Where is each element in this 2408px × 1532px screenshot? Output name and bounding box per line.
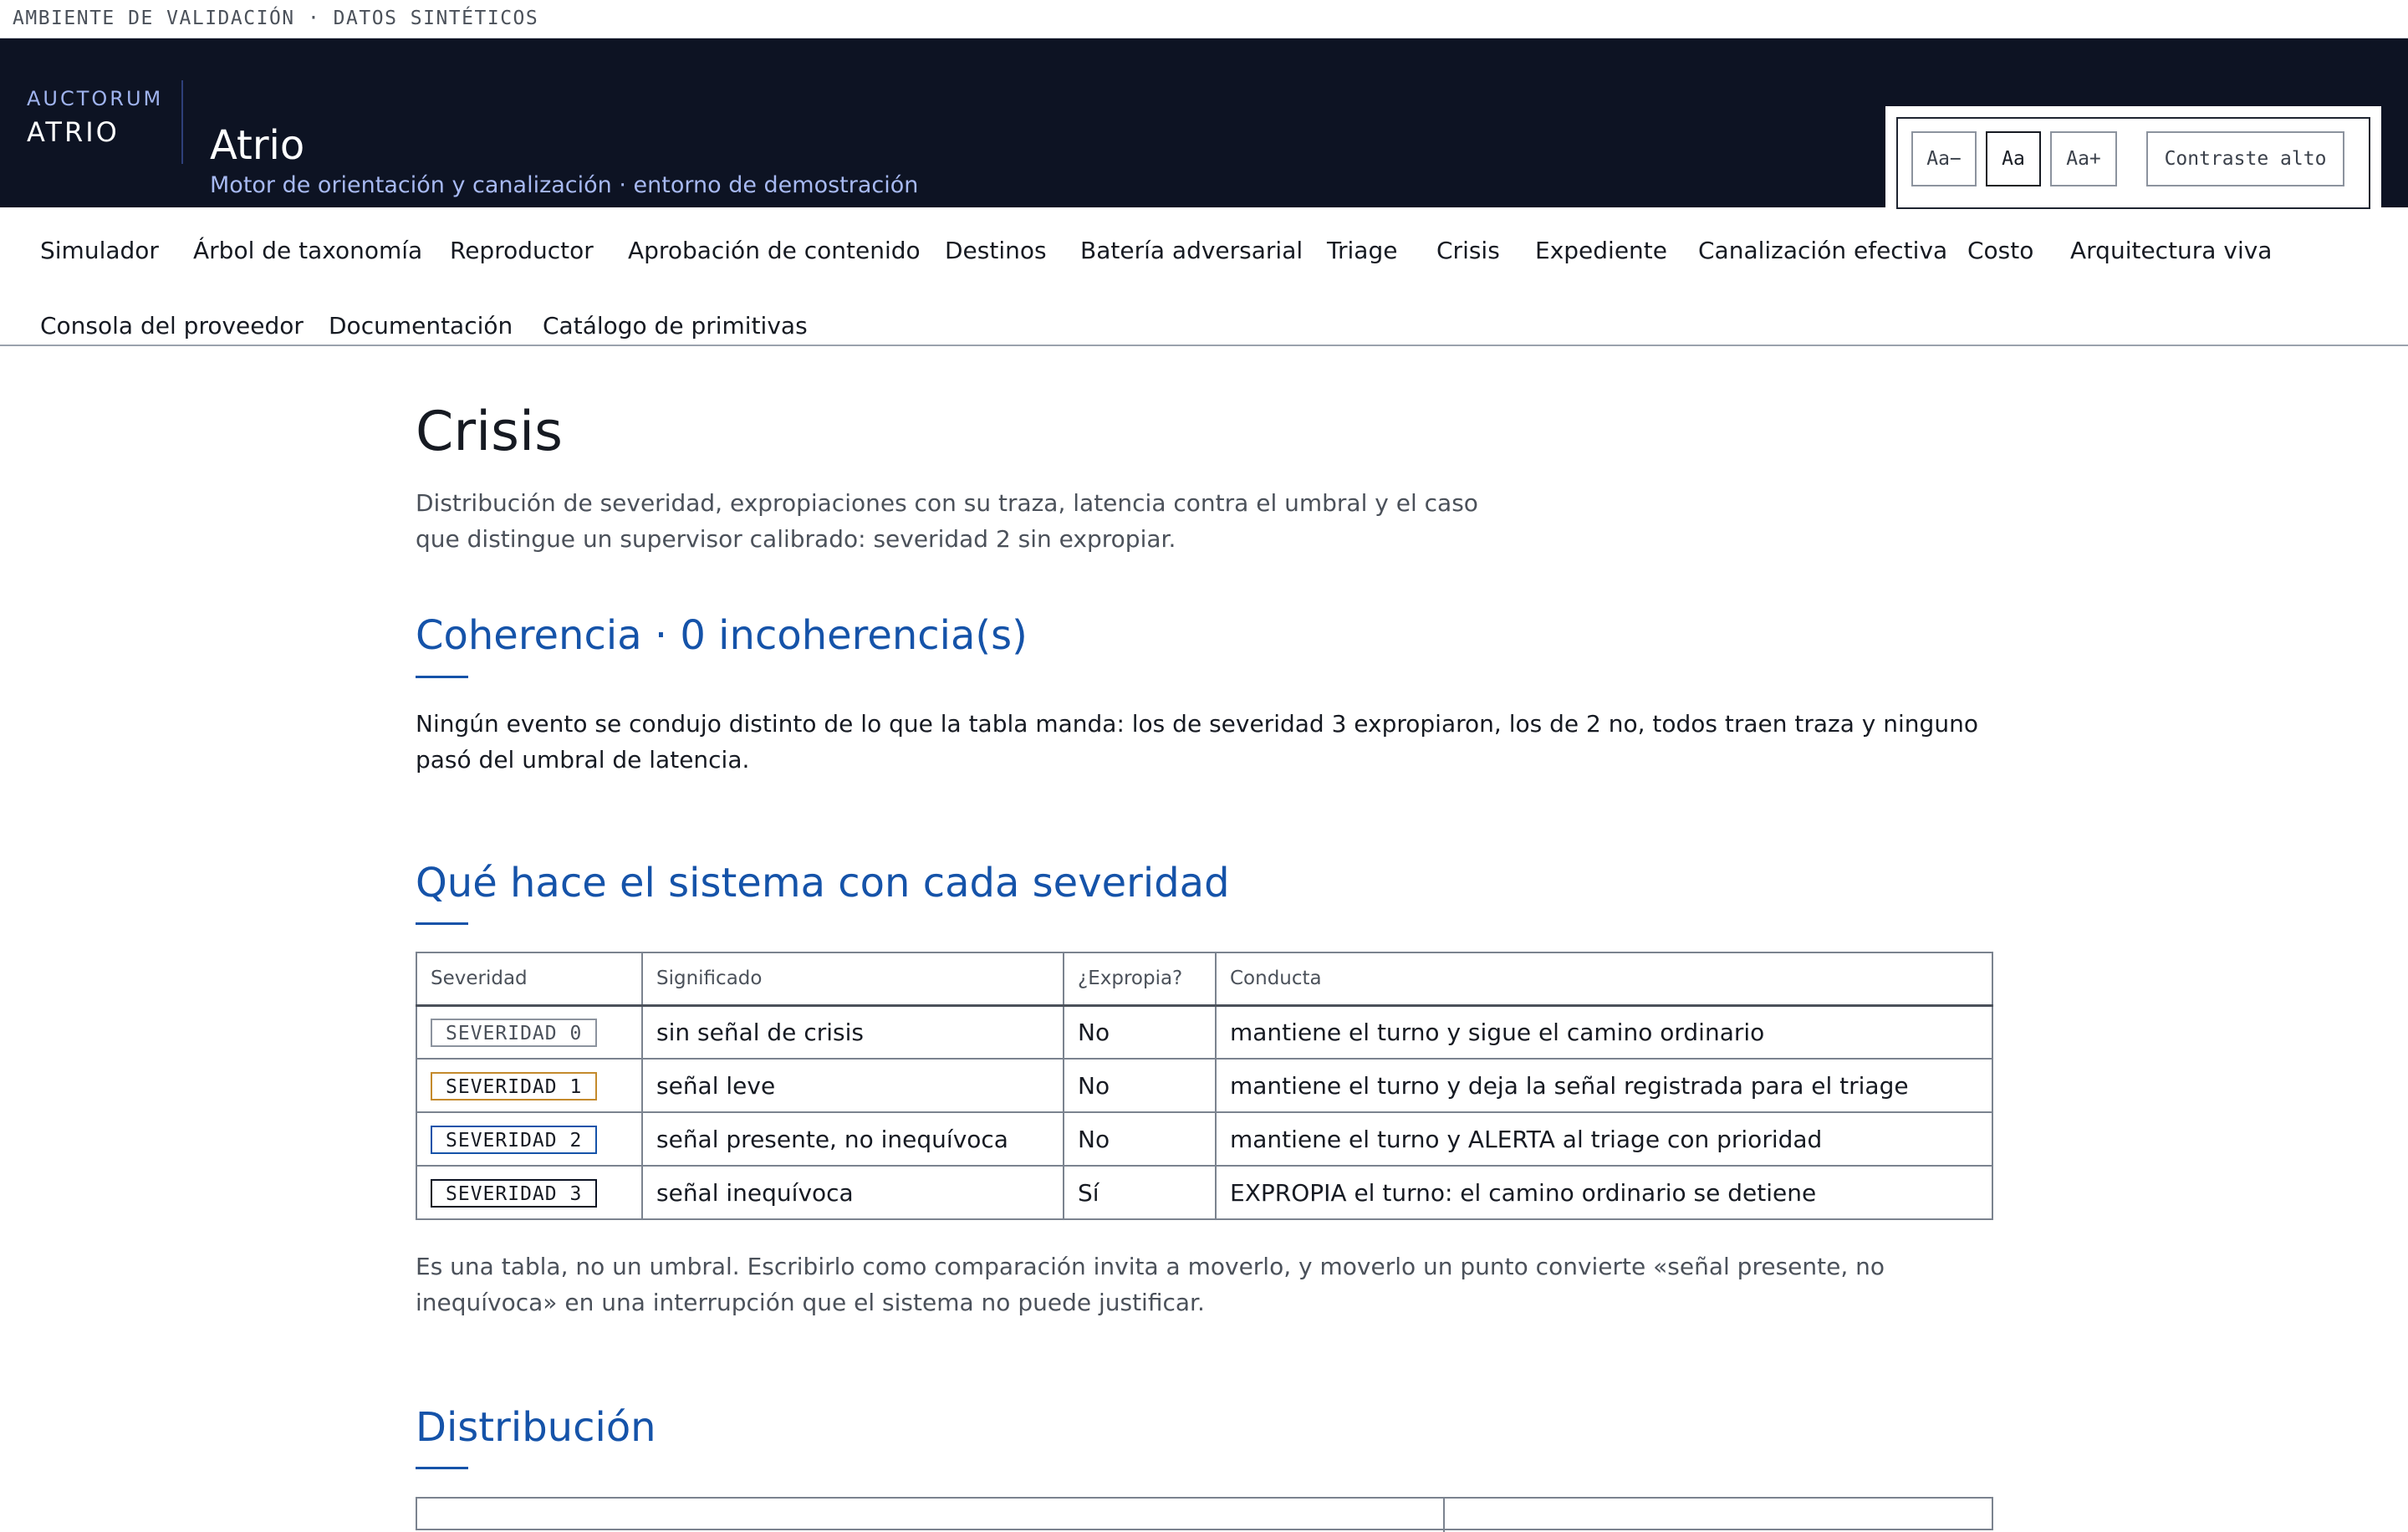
nav-item-canalizacion-efectiva[interactable]: Canalización efectiva: [1698, 239, 1947, 263]
table-row: SEVERIDAD 0 sin señal de crisis No manti…: [416, 1004, 1993, 1060]
coherence-text: Ningún evento se condujo distinto de lo …: [416, 710, 1978, 774]
severity-badge-0: SEVERIDAD 0: [431, 1018, 598, 1047]
expropia-cell: No: [1063, 1111, 1217, 1167]
meaning-cell: señal leve: [641, 1058, 1064, 1113]
conduct-cell: mantiene el turno y sigue el camino ordi…: [1215, 1004, 1993, 1060]
table-row: SEVERIDAD 3 señal inequívoca Sí EXPROPIA…: [416, 1165, 1993, 1220]
brand-product: ATRIO: [27, 116, 120, 148]
conduct-cell: mantiene el turno y deja la señal regist…: [1215, 1058, 1993, 1113]
table-row: SEVERIDAD 2 señal presente, no inequívoc…: [416, 1111, 1993, 1167]
severity-note: Es una tabla, no un umbral. Escribirlo c…: [416, 1253, 1885, 1316]
font-decrease-button[interactable]: Aa−: [1911, 131, 1977, 186]
brand-logo[interactable]: AUCTORUM ATRIO: [27, 89, 163, 146]
distribution-table-divider: [1443, 1499, 1445, 1532]
meaning-cell: sin señal de crisis: [641, 1004, 1064, 1060]
app-header: AUCTORUM ATRIO Atrio Motor de orientació…: [0, 38, 2408, 220]
nav-item-catalogo-primitivas[interactable]: Catálogo de primitivas: [543, 314, 808, 338]
distribution-heading-rule: [416, 1467, 468, 1469]
main-nav: Simulador Árbol de taxonomía Reproductor…: [0, 207, 2408, 346]
severity-cell: SEVERIDAD 3: [416, 1165, 643, 1220]
nav-item-arbol-taxonomia[interactable]: Árbol de taxonomía: [193, 239, 422, 263]
environment-banner: AMBIENTE DE VALIDACIÓN · DATOS SINTÉTICO…: [0, 0, 2408, 38]
distribution-table: [416, 1497, 1993, 1532]
severity-table: Severidad Significado ¿Expropia? Conduct…: [416, 952, 1993, 1220]
nav-item-expediente[interactable]: Expediente: [1535, 239, 1667, 263]
font-default-button[interactable]: Aa: [1986, 131, 2041, 186]
expropia-cell: Sí: [1063, 1165, 1217, 1220]
nav-item-arquitectura-viva[interactable]: Arquitectura viva: [2070, 239, 2272, 263]
distribution-heading: Distribución: [416, 1404, 656, 1451]
nav-item-triage[interactable]: Triage: [1327, 239, 1397, 263]
severity-badge-1: SEVERIDAD 1: [431, 1071, 598, 1100]
severity-cell: SEVERIDAD 2: [416, 1111, 643, 1167]
severity-cell: SEVERIDAD 1: [416, 1058, 643, 1113]
nav-item-consola-proveedor[interactable]: Consola del proveedor: [40, 314, 304, 338]
accessibility-toolbar-frame: Aa− Aa Aa+ Contraste alto: [1896, 117, 2370, 209]
severity-badge-2: SEVERIDAD 2: [431, 1125, 598, 1154]
nav-item-costo[interactable]: Costo: [1967, 239, 2033, 263]
brand-org: AUCTORUM: [27, 87, 164, 110]
nav-item-simulador[interactable]: Simulador: [40, 239, 159, 263]
meaning-cell: señal inequívoca: [641, 1165, 1064, 1220]
conduct-cell: mantiene el turno y ALERTA al triage con…: [1215, 1111, 1993, 1167]
nav-item-aprobacion-contenido[interactable]: Aprobación de contenido: [628, 239, 921, 263]
nav-item-reproductor[interactable]: Reproductor: [450, 239, 594, 263]
column-header-conducta: Conducta: [1215, 952, 1993, 1007]
expropia-cell: No: [1063, 1058, 1217, 1113]
severity-cell: SEVERIDAD 0: [416, 1004, 643, 1060]
conduct-cell: EXPROPIA el turno: el camino ordinario s…: [1215, 1165, 1993, 1220]
coherence-heading: Coherencia · 0 incoherencia(s): [416, 612, 1028, 659]
severity-heading-rule: [416, 922, 468, 925]
nav-item-destinos[interactable]: Destinos: [945, 239, 1047, 263]
coherence-heading-rule: [416, 676, 468, 678]
table-header-row: Severidad Significado ¿Expropia? Conduct…: [416, 952, 1993, 1007]
nav-item-crisis[interactable]: Crisis: [1436, 239, 1500, 263]
severity-badge-3: SEVERIDAD 3: [431, 1178, 598, 1208]
column-header-significado: Significado: [641, 952, 1064, 1007]
nav-item-bateria-adversarial[interactable]: Batería adversarial: [1080, 239, 1303, 263]
app-title: Atrio: [210, 122, 305, 169]
table-row: SEVERIDAD 1 señal leve No mantiene el tu…: [416, 1058, 1993, 1113]
page-intro: Distribución de severidad, expropiacione…: [416, 489, 1478, 553]
column-header-severidad: Severidad: [416, 952, 643, 1007]
brand-divider: [181, 80, 183, 164]
severity-heading: Qué hace el sistema con cada severidad: [416, 860, 1230, 906]
font-increase-button[interactable]: Aa+: [2050, 131, 2117, 186]
app-subtitle: Motor de orientación y canalización · en…: [210, 172, 919, 198]
page-title: Crisis: [416, 401, 563, 463]
accessibility-toolbar: Aa− Aa Aa+ Contraste alto: [1885, 106, 2381, 220]
high-contrast-button[interactable]: Contraste alto: [2146, 131, 2344, 186]
column-header-expropia: ¿Expropia?: [1063, 952, 1217, 1007]
meaning-cell: señal presente, no inequívoca: [641, 1111, 1064, 1167]
nav-item-documentacion[interactable]: Documentación: [329, 314, 513, 338]
expropia-cell: No: [1063, 1004, 1217, 1060]
